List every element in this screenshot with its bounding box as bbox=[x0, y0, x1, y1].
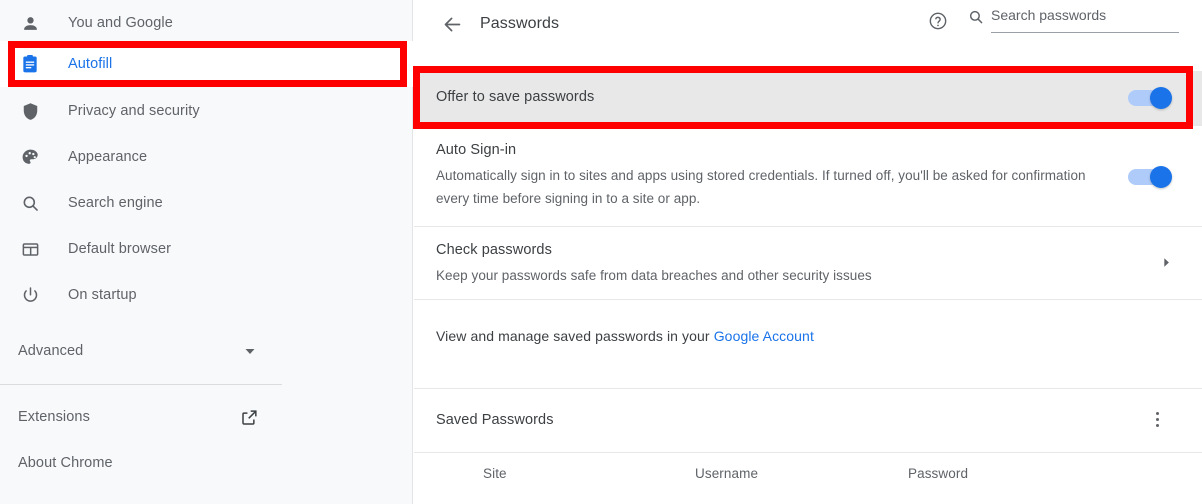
more-vert-icon[interactable] bbox=[1142, 404, 1172, 434]
sidebar-item-appearance[interactable]: Appearance bbox=[0, 134, 413, 180]
auto-signin-description: Automatically sign in to sites and apps … bbox=[436, 168, 1086, 206]
sidebar-extensions-label: Extensions bbox=[18, 409, 90, 425]
check-passwords-description: Keep your passwords safe from data breac… bbox=[436, 268, 872, 283]
chrome-settings-passwords-screen: You and Google Autofill Privacy and secu… bbox=[0, 0, 1202, 504]
table-divider bbox=[414, 452, 1202, 453]
chevron-down-icon bbox=[239, 340, 261, 362]
passwords-panel: Passwords Off bbox=[414, 0, 1202, 504]
sidebar-item-label: Search engine bbox=[68, 195, 163, 211]
dot bbox=[1155, 423, 1159, 427]
sidebar-item-default-browser[interactable]: Default browser bbox=[0, 226, 413, 272]
settings-sidebar: You and Google Autofill Privacy and secu… bbox=[0, 0, 413, 504]
external-link-icon[interactable] bbox=[238, 406, 260, 428]
panel-header: Passwords bbox=[414, 0, 1202, 64]
chevron-right-icon[interactable] bbox=[1158, 254, 1174, 270]
search-icon bbox=[967, 8, 985, 26]
offer-to-save-passwords-row[interactable]: Offer to save passwords bbox=[414, 71, 1202, 125]
search-input[interactable] bbox=[991, 2, 1176, 28]
sidebar-item-advanced[interactable]: Advanced bbox=[0, 328, 413, 374]
dot bbox=[1155, 411, 1159, 415]
column-header-password: Password bbox=[908, 466, 969, 481]
toggle-knob bbox=[1150, 166, 1172, 188]
offer-to-save-passwords-toggle[interactable] bbox=[1126, 87, 1178, 109]
column-header-username: Username bbox=[695, 466, 759, 481]
person-icon bbox=[18, 11, 42, 35]
check-passwords-label: Check passwords bbox=[436, 242, 552, 258]
sidebar-item-privacy-and-security[interactable]: Privacy and security bbox=[0, 88, 413, 134]
magnifier-icon bbox=[18, 191, 42, 215]
auto-signin-label: Auto Sign-in bbox=[436, 142, 517, 158]
page-title: Passwords bbox=[480, 15, 560, 32]
google-account-prefix: View and manage saved passwords in your bbox=[436, 328, 714, 344]
sidebar-item-on-startup[interactable]: On startup bbox=[0, 272, 413, 318]
sidebar-item-label: Autofill bbox=[68, 56, 113, 72]
sidebar-about-label: About Chrome bbox=[18, 455, 113, 471]
google-account-row: View and manage saved passwords in your … bbox=[414, 300, 1202, 372]
offer-to-save-passwords-label: Offer to save passwords bbox=[436, 89, 595, 105]
sidebar-divider bbox=[0, 384, 282, 385]
row-divider bbox=[414, 388, 1202, 389]
sidebar-item-label: On startup bbox=[68, 287, 137, 303]
auto-signin-row[interactable]: Auto Sign-in Automatically sign in to si… bbox=[414, 126, 1202, 226]
column-header-site: Site bbox=[483, 466, 507, 481]
auto-signin-toggle[interactable] bbox=[1126, 166, 1178, 188]
sidebar-item-label: Default browser bbox=[68, 241, 172, 257]
shield-icon bbox=[18, 99, 42, 123]
browser-window-icon bbox=[18, 237, 42, 261]
google-account-text: View and manage saved passwords in your … bbox=[436, 328, 814, 344]
sidebar-item-autofill[interactable]: Autofill bbox=[0, 41, 413, 87]
check-passwords-row[interactable]: Check passwords Keep your passwords safe… bbox=[414, 227, 1202, 299]
help-circle-icon[interactable] bbox=[923, 6, 953, 36]
dot bbox=[1155, 417, 1159, 421]
sidebar-item-label: Appearance bbox=[68, 149, 148, 165]
saved-passwords-title: Saved Passwords bbox=[436, 412, 554, 428]
sidebar-item-label: You and Google bbox=[68, 15, 173, 31]
palette-icon bbox=[18, 145, 42, 169]
google-account-link[interactable]: Google Account bbox=[714, 328, 814, 344]
sidebar-advanced-label: Advanced bbox=[18, 343, 84, 359]
sidebar-item-you-and-google[interactable]: You and Google bbox=[0, 0, 413, 46]
sidebar-item-label: Privacy and security bbox=[68, 103, 200, 119]
sidebar-item-about-chrome[interactable]: About Chrome bbox=[0, 440, 413, 486]
search-underline bbox=[991, 32, 1179, 33]
arrow-left-icon[interactable] bbox=[436, 8, 468, 40]
toggle-knob bbox=[1150, 87, 1172, 109]
clipboard-icon bbox=[18, 52, 42, 76]
sidebar-item-search-engine[interactable]: Search engine bbox=[0, 180, 413, 226]
sidebar-item-extensions[interactable]: Extensions bbox=[0, 394, 413, 440]
search-passwords-container bbox=[967, 2, 1179, 36]
power-icon bbox=[18, 283, 42, 307]
